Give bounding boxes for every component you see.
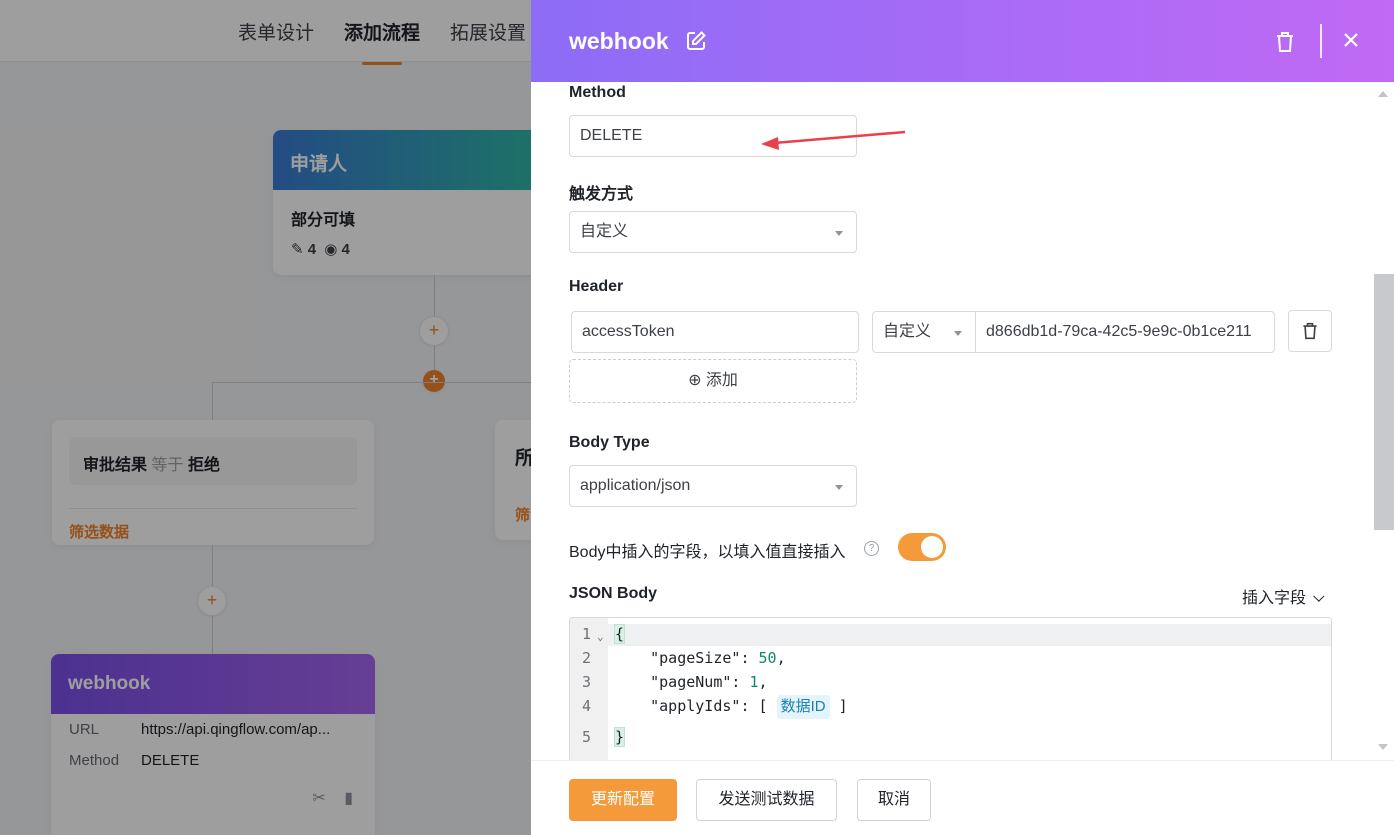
- line-number: 1: [582, 625, 592, 643]
- line-number: 4: [582, 697, 592, 715]
- insert-mode-label: Body中插入的字段，以填入值直接插入: [569, 544, 846, 561]
- drawer-title: webhook: [569, 28, 669, 54]
- insert-field-dropdown[interactable]: 插入字段: [1242, 584, 1325, 608]
- header-value-input[interactable]: d866db1d-79ca-42c5-9e9c-0b1ce211: [976, 311, 1275, 353]
- drawer-header: webhook: [531, 0, 1394, 82]
- method-label: Method: [569, 84, 626, 101]
- json-value: 50: [758, 649, 777, 667]
- insert-mode-toggle[interactable]: [898, 533, 946, 561]
- header-label: Header: [569, 278, 624, 295]
- cancel-button[interactable]: 取消: [857, 779, 931, 821]
- insert-field-label: 插入字段: [1242, 590, 1307, 607]
- json-key: "pageNum": [650, 673, 732, 691]
- header-type-select[interactable]: 自定义: [872, 311, 976, 353]
- header-type-value: 自定义: [883, 323, 932, 340]
- help-icon[interactable]: ?: [864, 541, 879, 556]
- line-number: 5: [582, 728, 592, 746]
- add-header-label: 添加: [705, 372, 738, 389]
- trigger-label: 触发方式: [569, 186, 634, 203]
- code-line-2: "pageSize": 50,: [650, 649, 786, 667]
- body-type-label: Body Type: [569, 434, 650, 451]
- drawer-footer: 更新配置 发送测试数据 取消: [531, 760, 1394, 835]
- code-line-1: {: [614, 624, 626, 644]
- trigger-select-value: 自定义: [580, 223, 629, 240]
- modal-overlay[interactable]: [0, 0, 531, 835]
- json-key: "pageSize": [650, 649, 741, 667]
- webhook-config-drawer: webhook Method DELETE 触发方式 自定义 Header ac…: [531, 0, 1394, 835]
- header-divider: [1320, 24, 1322, 58]
- method-input[interactable]: DELETE: [569, 115, 857, 157]
- update-config-button[interactable]: 更新配置: [569, 779, 677, 821]
- body-type-value: application/json: [580, 477, 691, 494]
- edit-icon[interactable]: [685, 30, 707, 52]
- drawer-scrollbar[interactable]: [1372, 82, 1394, 760]
- plus-circle-icon: ⊕: [688, 372, 702, 389]
- scrollbar-thumb[interactable]: [1374, 274, 1394, 530]
- header-key-input[interactable]: accessToken: [571, 311, 859, 353]
- open-brace: {: [614, 624, 626, 644]
- scroll-down-icon[interactable]: [1378, 744, 1388, 750]
- json-value: 1: [749, 673, 759, 691]
- scroll-up-icon[interactable]: [1378, 91, 1388, 97]
- add-header-button[interactable]: ⊕ 添加: [569, 359, 857, 403]
- trash-icon[interactable]: [1274, 30, 1296, 54]
- fold-icon[interactable]: ⌄: [597, 630, 604, 643]
- active-line-highlight: [608, 624, 1331, 646]
- trigger-select[interactable]: 自定义: [569, 211, 857, 253]
- json-key: "applyIds": [650, 697, 741, 715]
- json-body-label: JSON Body: [569, 585, 658, 602]
- code-line-5: }: [614, 727, 626, 747]
- close-icon[interactable]: [1341, 30, 1361, 50]
- toggle-knob: [921, 536, 943, 558]
- field-tag[interactable]: 数据ID: [776, 695, 830, 719]
- line-number: 3: [582, 673, 592, 691]
- caret-down-icon: [954, 331, 962, 336]
- delete-header-button[interactable]: [1288, 310, 1332, 352]
- send-test-data-button[interactable]: 发送测试数据: [696, 779, 837, 821]
- editor-gutter: 1 ⌄ 2 3 4 5: [570, 618, 608, 761]
- close-brace: }: [614, 727, 626, 747]
- json-body-editor[interactable]: 1 ⌄ 2 3 4 5 { "pageSize": 50, "pageNum":…: [569, 617, 1332, 762]
- body-type-select[interactable]: application/json: [569, 465, 857, 507]
- caret-down-icon: [835, 231, 843, 236]
- trash-icon: [1303, 322, 1317, 340]
- line-number: 2: [582, 649, 592, 667]
- chevron-down-icon: [1313, 590, 1325, 602]
- caret-down-icon: [835, 485, 843, 490]
- code-line-4: "applyIds": [ 数据ID ]: [614, 695, 848, 719]
- code-line-3: "pageNum": 1,: [650, 673, 768, 691]
